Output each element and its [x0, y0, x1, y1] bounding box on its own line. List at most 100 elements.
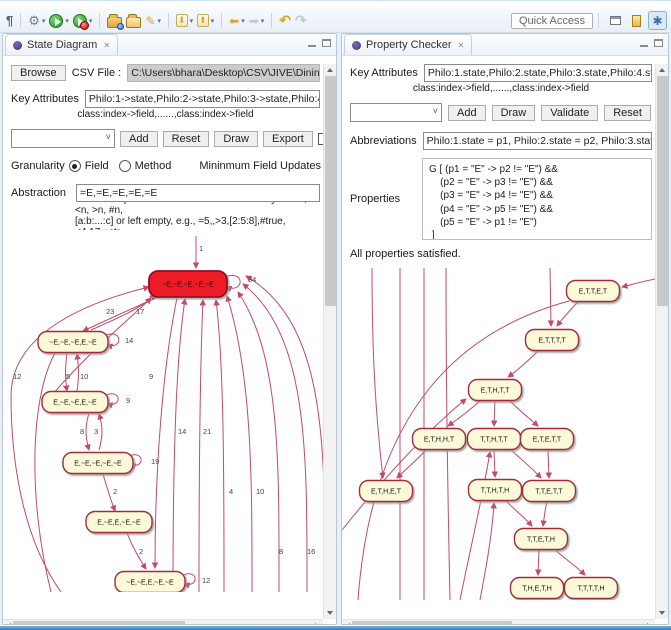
granularity-method-radio[interactable] [119, 160, 131, 172]
export-button[interactable]: Export [263, 131, 313, 147]
property-diagram-canvas[interactable]: E,T,T,E,TE,T,T,T,TE,T,H,T,TE,T,H,H,TT,T,… [342, 268, 668, 602]
maximize-icon[interactable] [322, 39, 331, 47]
state-node[interactable]: E,T,T,E,T [567, 281, 620, 302]
state-node[interactable]: ~E,~E,E,~E,~E [115, 572, 185, 593]
key-attributes-field[interactable]: Philo:1->state,Philo:2->state,Philo:3->s… [85, 90, 320, 108]
add-button[interactable]: Add [120, 131, 158, 147]
run-icon[interactable]: ▾ [48, 11, 70, 31]
state-node[interactable]: T,T,T,T,H [565, 578, 618, 599]
toolbar-separator [271, 13, 272, 28]
key-attributes-field[interactable]: Philo:1.state,Philo:2.state,Philo:3.stat… [424, 64, 652, 82]
state-node[interactable]: E,T,H,H,T [413, 429, 466, 450]
coverage-run-icon[interactable]: ▾ [72, 11, 94, 31]
fetch-up-arrow-icon[interactable]: ⬆▾ [196, 11, 215, 31]
saved-config-dropdown[interactable] [11, 129, 115, 148]
state-node[interactable]: ~E,~E,~E,~E,~E [149, 271, 227, 297]
edge-count-label: 14 [178, 427, 186, 436]
abbreviations-label: Abbreviations [350, 135, 417, 147]
state-node[interactable]: E,T,H,E,T [360, 481, 413, 502]
edge-count-label: 23 [106, 307, 114, 316]
transition-edge [238, 292, 279, 592]
scroll-down-icon[interactable] [659, 611, 665, 615]
next-edit-location-icon[interactable]: ↷ [294, 11, 308, 31]
forward-arrow-icon[interactable]: ➡▾ [248, 11, 266, 31]
abbreviations-field[interactable]: Philo:1.state = p1, Philo:2.state = p2, … [423, 132, 652, 150]
browse-button[interactable]: Browse [11, 65, 66, 81]
key-attributes-label: Key Attributes [350, 67, 418, 79]
state-node[interactable]: T,T,E,T,H [515, 529, 568, 550]
csv-file-field[interactable]: C:\Users\bhara\Desktop\CSV\JIVE\DiningPh… [127, 64, 320, 82]
back-arrow-icon[interactable]: ⬅▾ [228, 11, 246, 31]
state-node[interactable]: E,~E,E,~E,~E [86, 512, 152, 533]
scroll-up-icon[interactable] [327, 68, 333, 72]
granularity-field-radio[interactable] [69, 160, 81, 172]
state-node[interactable]: E,T,T,T,T [526, 330, 579, 351]
abstraction-field[interactable]: =E,=E,=E,=E,=E [76, 184, 320, 202]
edge-count-label: 5 [66, 372, 70, 381]
minimize-icon[interactable] [308, 44, 316, 47]
tab-state-diagram[interactable]: State Diagram ✕ [5, 34, 118, 55]
state-node-label: E,T,H,E,T [371, 489, 402, 496]
transition-edge [35, 353, 55, 592]
state-node[interactable]: T,T,E,T,T [523, 481, 576, 502]
edge-count-label: 34 [248, 275, 256, 284]
minimize-icon[interactable] [640, 44, 648, 47]
scroll-down-icon[interactable] [327, 611, 333, 615]
transition-edge [508, 350, 539, 377]
abstraction-hint-line1: Comma-separated entries each of which ma… [75, 202, 320, 216]
scroll-right-icon[interactable] [647, 623, 651, 625]
reset-button[interactable]: Reset [604, 105, 651, 121]
annotate-pencil-icon[interactable]: ✎▾ [144, 11, 162, 31]
add-button[interactable]: Add [448, 105, 486, 121]
edge-count-label: 4 [229, 487, 233, 496]
quick-access-input[interactable]: Quick Access [511, 13, 593, 29]
reset-button[interactable]: Reset [163, 131, 210, 147]
jive-perspective-icon[interactable]: ✱ [648, 11, 667, 30]
properties-status: All properties satisfied. [350, 248, 461, 260]
last-edit-location-icon[interactable]: ↶ [278, 11, 292, 31]
maximize-icon[interactable] [654, 39, 663, 47]
window-bottom-edge [0, 626, 671, 630]
state-diagram-canvas[interactable]: 1342317141251099831921421410281612~E,~E,… [3, 236, 336, 594]
abstraction-hint-line2: [a:b:...:c] or left empty, e.g., =5,,>3,… [75, 216, 320, 230]
key-attributes-hint: class:index->field,......,class:index->f… [413, 83, 589, 94]
close-icon[interactable]: ✕ [458, 41, 465, 50]
debug-gear-icon[interactable]: ⚙▾ [27, 11, 46, 31]
scroll-left-icon[interactable] [7, 623, 11, 625]
open-perspective-icon[interactable] [606, 11, 625, 30]
properties-textarea[interactable]: G [ (p1 = "E" -> p2 != "E") && (p2 = "E"… [422, 158, 652, 240]
state-node[interactable]: E,T,H,T,T [469, 380, 522, 401]
state-node[interactable]: T,T,H,T,T [468, 429, 521, 450]
import-down-arrow-icon[interactable]: ⬇▾ [175, 11, 194, 31]
state-node[interactable]: T,T,H,T,H [469, 480, 522, 501]
draw-button[interactable]: Draw [214, 131, 258, 147]
resource-perspective-icon[interactable] [627, 11, 646, 30]
right-horizontal-scrollbar[interactable] [342, 619, 655, 625]
transition-edge [199, 300, 203, 592]
saved-property-dropdown[interactable] [350, 103, 442, 122]
state-node[interactable]: T,H,E,T,H [511, 578, 564, 599]
right-vertical-scrollbar[interactable] [655, 64, 668, 619]
transition-edge [243, 284, 307, 592]
transition-edge [554, 549, 585, 575]
abstraction-label: Abstraction [11, 187, 66, 199]
transition-edge [372, 268, 383, 478]
close-icon[interactable]: ✕ [103, 41, 110, 50]
pilcrow-tool-icon[interactable]: ¶ [5, 11, 14, 31]
left-horizontal-scrollbar[interactable] [3, 619, 323, 625]
tab-property-checker[interactable]: Property Checker ✕ [344, 34, 472, 55]
transition-edge [509, 400, 538, 426]
validate-button[interactable]: Validate [541, 105, 598, 121]
open-folder-icon[interactable] [125, 11, 142, 31]
scroll-up-icon[interactable] [659, 68, 665, 72]
state-node-label: E,T,H,T,T [481, 388, 511, 395]
state-node[interactable]: E,~E,~E,~E,~E [63, 453, 133, 474]
state-node[interactable]: E,~E,~E,E,~E [42, 392, 108, 413]
draw-button[interactable]: Draw [492, 105, 536, 121]
new-project-folder-icon[interactable] [106, 11, 123, 31]
scroll-left-icon[interactable] [346, 623, 350, 625]
scroll-right-icon[interactable] [315, 623, 319, 625]
state-node[interactable]: ~E,~E,~E,E,~E [38, 332, 108, 353]
state-node[interactable]: E,T,E,T,T [521, 429, 574, 450]
left-vertical-scrollbar[interactable] [323, 64, 336, 619]
